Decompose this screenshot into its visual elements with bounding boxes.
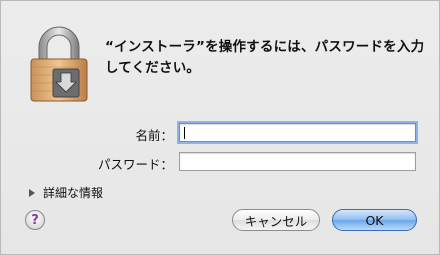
disclosure-triangle-icon[interactable] (29, 188, 35, 197)
details-disclosure[interactable]: 詳細な情報 (29, 184, 103, 201)
cancel-button[interactable]: キャンセル (232, 209, 320, 231)
lock-icon (30, 26, 88, 102)
details-label: 詳細な情報 (43, 186, 104, 200)
text-caret (184, 127, 185, 139)
name-label: 名前： (135, 128, 173, 143)
ok-button[interactable]: OK (332, 209, 417, 231)
password-label: パスワード： (97, 157, 173, 172)
help-button[interactable]: ? (25, 210, 45, 230)
authentication-dialog: “インストーラ”を操作するには、パスワードを入力してください。 名前： パスワー… (0, 0, 440, 255)
auth-message: “インストーラ”を操作するには、パスワードを入力してください。 (105, 39, 425, 76)
name-field[interactable] (179, 123, 416, 142)
password-field[interactable] (179, 152, 416, 171)
